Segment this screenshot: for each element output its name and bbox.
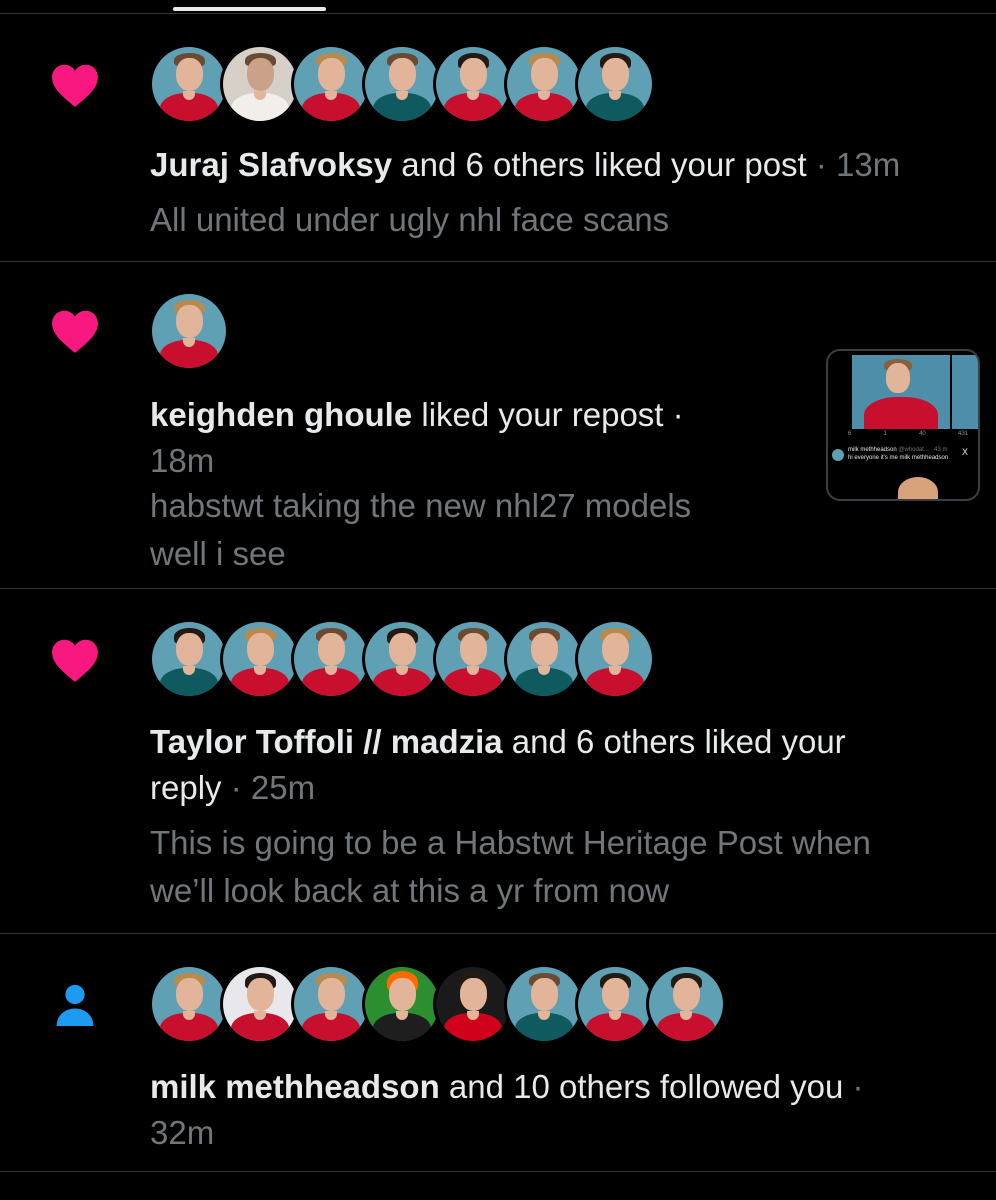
person-icon <box>56 984 94 1026</box>
tab-indicator <box>173 7 326 11</box>
avatar-stack <box>152 47 652 121</box>
avatar[interactable] <box>578 622 652 696</box>
reply-count: 6 <box>848 431 852 437</box>
notification-text: keighden ghoule liked your repost · 18m <box>150 392 770 484</box>
avatar[interactable] <box>578 967 652 1041</box>
timestamp: · 25m <box>221 769 316 806</box>
repost-count: 1 <box>883 431 887 437</box>
preview-line: well i see <box>150 535 286 572</box>
avatar[interactable] <box>365 967 439 1041</box>
avatar[interactable] <box>223 47 297 121</box>
view-count: 431 <box>957 431 968 437</box>
avatar[interactable] <box>294 967 368 1041</box>
like-count: 40 <box>919 431 926 437</box>
avatar-stack <box>152 967 723 1041</box>
avatar-stack <box>152 294 226 368</box>
notification-follow[interactable]: milk methheadson and 10 others followed … <box>0 934 996 1172</box>
avatar[interactable] <box>365 47 439 121</box>
thumbnail-author: milk methheadson @whodat... · 43 m <box>848 447 948 453</box>
preview-line: we’ll look back at this a yr from now <box>150 872 670 909</box>
thumbnail-image <box>898 477 938 499</box>
avatar <box>832 449 844 461</box>
action-text: and 6 others liked your <box>502 723 846 760</box>
action-text: reply <box>150 769 222 806</box>
thumbnail-tweet: milk methheadson @whodat... · 43 m X hi … <box>832 447 974 465</box>
actor-name[interactable]: Taylor Toffoli // madzia <box>150 723 503 760</box>
avatar[interactable] <box>436 47 510 121</box>
post-preview[interactable]: habstwt taking the new nhl27 models well… <box>150 482 691 578</box>
avatar[interactable] <box>223 967 297 1041</box>
action-text: and 10 others followed you <box>439 1068 844 1105</box>
post-preview[interactable]: All united under ugly nhl face scans <box>150 196 669 244</box>
thumbnail-stats: 6 1 40 431 <box>848 431 968 437</box>
avatar[interactable] <box>436 967 510 1041</box>
actor-name[interactable]: Juraj Slafvoksy <box>150 146 392 183</box>
avatar[interactable] <box>294 47 368 121</box>
action-text: and 6 others liked your post <box>392 146 807 183</box>
timestamp: · 13m <box>806 146 901 183</box>
avatar[interactable] <box>507 47 581 121</box>
avatar[interactable] <box>436 622 510 696</box>
preview-line: habstwt taking the new nhl27 models <box>150 487 692 524</box>
notification-text: milk methheadson and 10 others followed … <box>150 1064 970 1156</box>
action-text: liked your repost · <box>412 396 684 433</box>
preview-line: This is going to be a Habstwt Heritage P… <box>150 824 871 861</box>
avatar[interactable] <box>223 622 297 696</box>
notification-text: Juraj Slafvoksy and 6 others liked your … <box>150 142 900 188</box>
close-icon: X <box>961 447 968 457</box>
avatar[interactable] <box>152 294 226 368</box>
actor-name[interactable]: milk methheadson <box>150 1068 440 1105</box>
actor-name[interactable]: keighden ghoule <box>150 396 412 433</box>
repost-thumbnail[interactable]: 6 1 40 431 milk methheadson @whodat... ·… <box>826 349 980 501</box>
post-preview[interactable]: This is going to be a Habstwt Heritage P… <box>150 819 871 915</box>
heart-icon <box>52 310 98 353</box>
thumbnail-image <box>852 355 950 429</box>
notification-like-reply[interactable]: Taylor Toffoli // madzia and 6 others li… <box>0 589 996 934</box>
timestamp: 18m <box>150 442 215 479</box>
heart-icon <box>52 639 98 682</box>
avatar[interactable] <box>365 622 439 696</box>
timestamp: 32m <box>150 1114 215 1151</box>
heart-icon <box>52 64 98 107</box>
notification-like-post[interactable]: Juraj Slafvoksy and 6 others liked your … <box>0 14 996 262</box>
avatar[interactable] <box>578 47 652 121</box>
avatar[interactable] <box>294 622 368 696</box>
avatar[interactable] <box>152 47 226 121</box>
avatar[interactable] <box>507 967 581 1041</box>
avatar[interactable] <box>649 967 723 1041</box>
avatar[interactable] <box>507 622 581 696</box>
separator: · <box>843 1068 864 1105</box>
thumbnail-text: hi everyone it's me milk methheadson <box>848 455 949 461</box>
avatar[interactable] <box>152 967 226 1041</box>
avatar-stack <box>152 622 652 696</box>
avatar[interactable] <box>152 622 226 696</box>
thumbnail-image <box>952 355 978 429</box>
notification-text: Taylor Toffoli // madzia and 6 others li… <box>150 719 970 811</box>
